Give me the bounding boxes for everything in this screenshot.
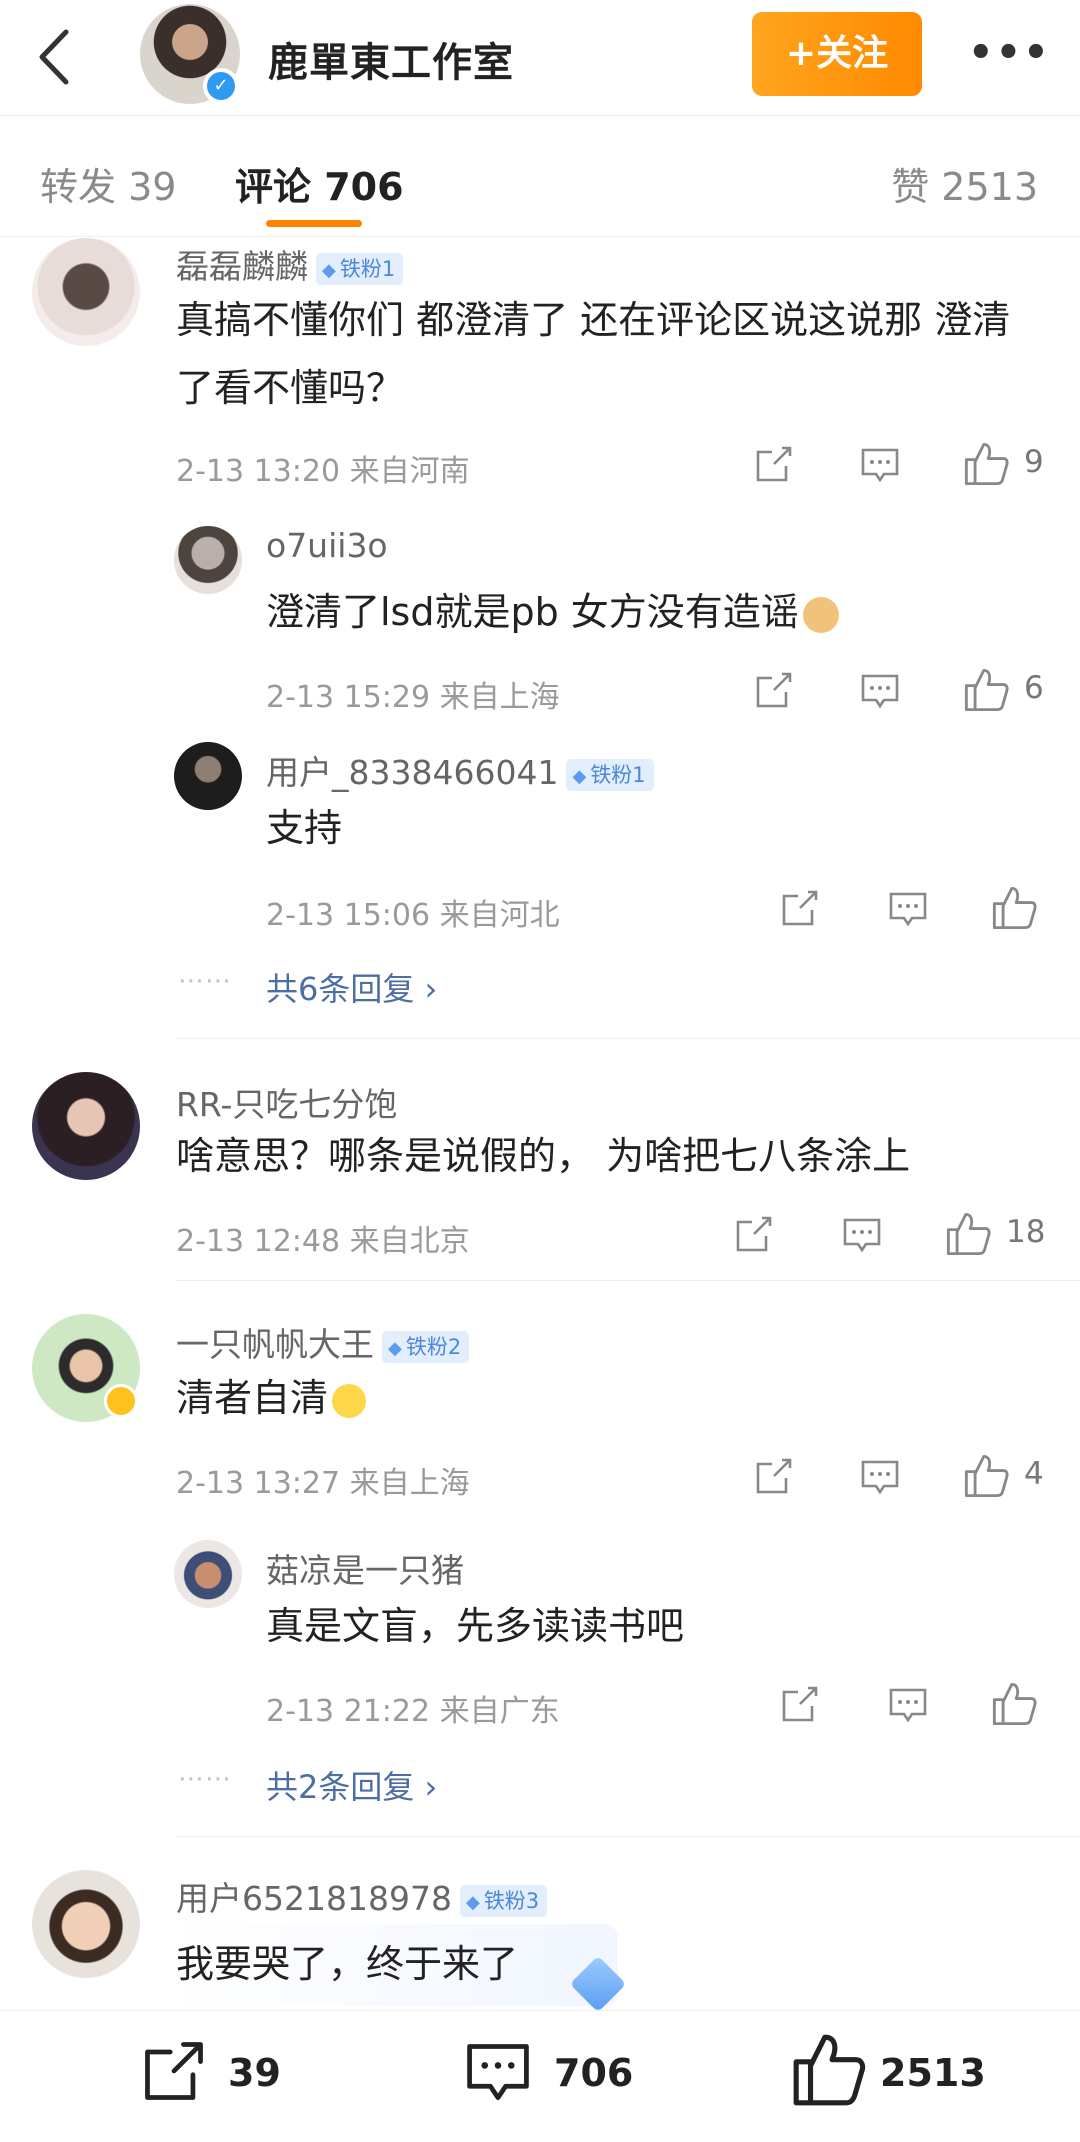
comment-text: 我要哭了，终于来了 (176, 1942, 519, 1986)
more-options-icon[interactable]: ••• (968, 30, 1049, 80)
comment-icon[interactable] (840, 1212, 884, 1256)
comment-count: 706 (554, 2051, 634, 2095)
account-name[interactable]: 鹿單東工作室 (268, 30, 514, 88)
avatar[interactable] (32, 1072, 140, 1180)
like-count: 9 (1024, 444, 1044, 480)
like-count: 2513 (880, 2051, 986, 2095)
avatar[interactable] (174, 1540, 242, 1608)
replies-dots: ⋯⋯ (178, 966, 232, 996)
comment-icon[interactable] (462, 2037, 534, 2109)
replies-dots: ⋯⋯ (178, 1764, 232, 1794)
fan-badge: 铁粉1 (566, 758, 654, 791)
comment-icon[interactable] (858, 1454, 902, 1498)
comment-icon[interactable] (886, 886, 930, 930)
comment-meta: 2-13 13:20 来自河南 (176, 454, 470, 489)
comment-icon[interactable] (886, 1682, 930, 1726)
hug-emoji-icon (332, 1383, 367, 1418)
comment-icon[interactable] (858, 668, 902, 712)
reply-text: 支持 (266, 806, 343, 850)
active-tab-indicator (266, 220, 362, 227)
verified-badge-icon (104, 1384, 138, 1418)
like-icon[interactable] (944, 1210, 992, 1258)
share-icon[interactable] (752, 668, 796, 712)
tab-bar: 转发 39 评论 706 赞 2513 (0, 116, 1080, 236)
like-icon[interactable] (962, 440, 1010, 488)
reply-username[interactable]: o7uii3o (266, 526, 388, 565)
reply-text: 澄清了lsd就是pb 女方没有造谣 (266, 578, 839, 646)
comment-username[interactable]: 一只帆帆大王铁粉2 (176, 1318, 470, 1366)
tab-comment[interactable]: 评论 706 (235, 156, 404, 211)
reply-username[interactable]: 用户_8338466041铁粉1 (266, 746, 654, 794)
tabs-divider (0, 236, 1080, 237)
like-icon[interactable] (990, 1680, 1038, 1728)
avatar[interactable] (32, 238, 140, 346)
reply-meta: 2-13 15:06 来自河北 (266, 898, 560, 933)
share-icon[interactable] (778, 1682, 822, 1726)
comment-divider (176, 1280, 1080, 1281)
reply-text: 真是文盲，先多读读书吧 (266, 1604, 685, 1648)
comment-text: 啥意思？哪条是说假的， 为啥把七八条涂上 (176, 1134, 911, 1178)
fan-badge: 铁粉1 (316, 252, 404, 285)
comment-username[interactable]: 用户6521818978铁粉3 (176, 1872, 548, 1920)
bottom-action-bar: 39 706 2513 (0, 2010, 1080, 2142)
avatar[interactable] (32, 1870, 140, 1978)
back-arrow-icon[interactable] (30, 22, 80, 92)
avatar[interactable] (174, 742, 242, 810)
comment-text: 真搞不懂你们 都澄清了 还在评论区说这说那 澄清 (176, 298, 1011, 342)
share-icon[interactable] (752, 1454, 796, 1498)
comment-divider (176, 1038, 1080, 1039)
avatar[interactable] (174, 526, 242, 594)
comment-username[interactable]: 磊磊麟麟铁粉1 (176, 240, 404, 288)
comment-meta: 2-13 13:27 来自上海 (176, 1466, 470, 1501)
follow-button[interactable]: +关注 (752, 12, 922, 96)
repost-icon[interactable] (138, 2035, 210, 2107)
more-replies-link[interactable]: 共6条回复 › (266, 964, 437, 1010)
fan-badge: 铁粉3 (459, 1884, 548, 1917)
comment-icon[interactable] (858, 442, 902, 486)
comment-username[interactable]: RR-只吃七分饱 (176, 1078, 397, 1126)
more-replies-link[interactable]: 共2条回复 › (266, 1762, 437, 1808)
like-count: 6 (1024, 670, 1044, 706)
reply-username[interactable]: 菇凉是一只猪 (266, 1544, 464, 1592)
comment-text: 了看不懂吗？ (176, 366, 405, 410)
tab-repost[interactable]: 转发 39 (40, 156, 176, 211)
comment-meta: 2-13 12:48 来自北京 (176, 1224, 470, 1259)
share-icon[interactable] (732, 1212, 776, 1256)
top-nav-bar: ✓ 鹿單東工作室 +关注 ••• (0, 0, 1080, 115)
reply-meta: 2-13 21:22 来自广东 (266, 1694, 560, 1729)
like-count: 18 (1006, 1214, 1046, 1250)
tab-like[interactable]: 赞 2513 (891, 156, 1038, 211)
share-icon[interactable] (778, 886, 822, 930)
like-icon[interactable] (962, 666, 1010, 714)
like-count: 4 (1024, 1456, 1044, 1492)
like-icon[interactable] (962, 1452, 1010, 1500)
doge-emoji-icon (802, 596, 839, 633)
comment-text: 清者自清 (176, 1364, 367, 1432)
fan-badge: 铁粉2 (382, 1330, 470, 1363)
reply-meta: 2-13 15:29 来自上海 (266, 680, 560, 715)
share-icon[interactable] (752, 442, 796, 486)
comment-divider (176, 1836, 1080, 1837)
like-icon[interactable] (990, 884, 1038, 932)
repost-count: 39 (228, 2051, 281, 2095)
like-icon[interactable] (790, 2031, 868, 2109)
verified-badge-icon: ✓ (203, 68, 239, 104)
